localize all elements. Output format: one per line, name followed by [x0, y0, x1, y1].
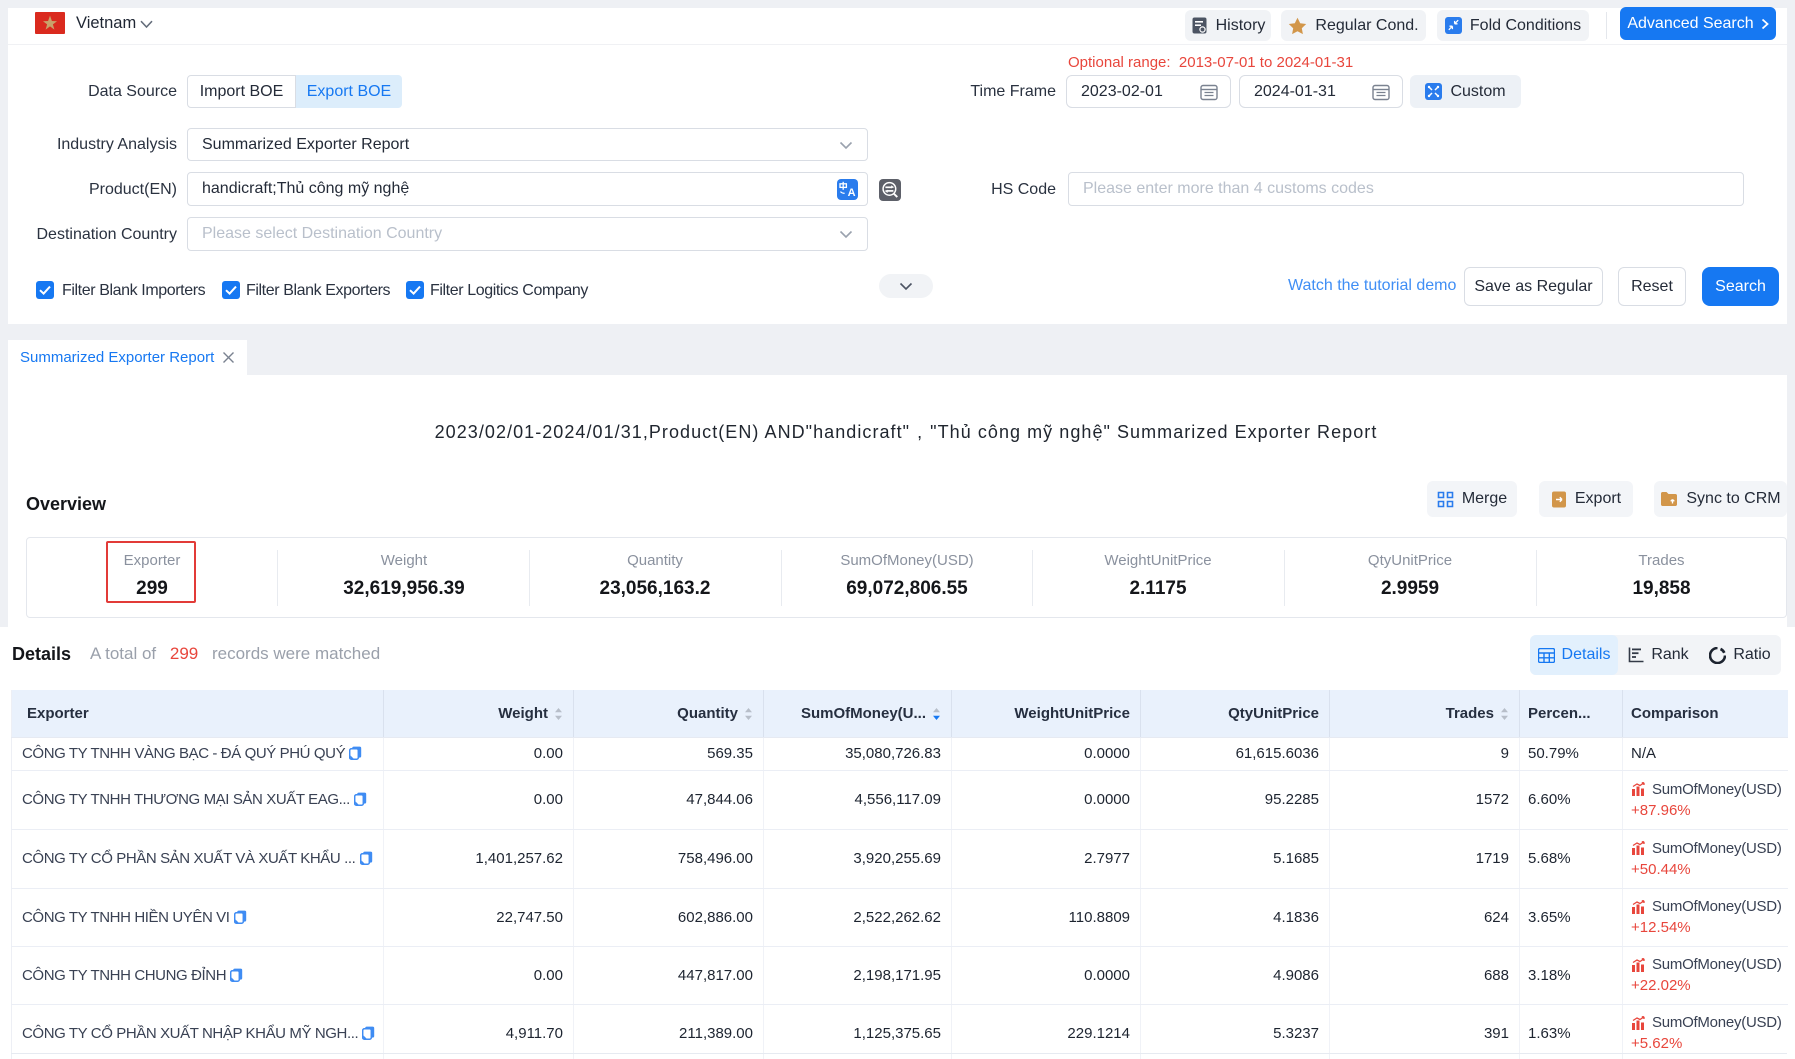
- svg-text:A: A: [848, 187, 856, 199]
